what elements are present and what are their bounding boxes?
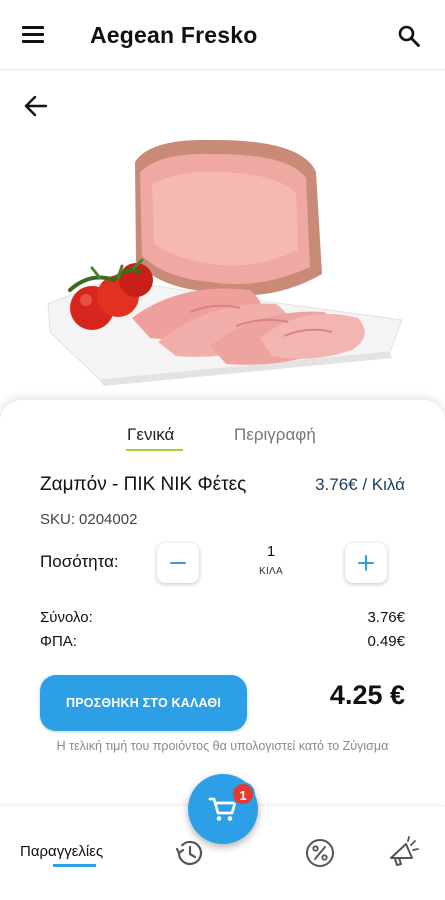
tab-description[interactable]: Περιγραφή [234,425,316,445]
product-name: Ζαμπόν - ΠΙΚ ΝΙΚ Φέτες [40,474,247,495]
vat-value: 0.49€ [367,633,405,650]
megaphone-icon[interactable] [386,836,420,870]
vat-label: ΦΠΑ: [40,633,77,650]
weighing-price-note: Η τελική τιμή του προιόντος θα υπολογιστ… [56,739,389,753]
nav-orders[interactable]: Παραγγελίες [20,843,103,860]
search-icon[interactable] [397,24,421,48]
total-label: Σύνολο: [40,609,93,626]
product-sku: SKU: 0204002 [40,511,137,528]
decrease-quantity-button[interactable] [157,543,199,583]
cart-count-badge: 1 [231,782,255,806]
quantity-value: 1 [266,543,276,560]
tab-general[interactable]: Γενικά [127,425,174,445]
increase-quantity-button[interactable] [345,543,387,583]
add-to-cart-button[interactable]: ΠΡΟΣΘΗΚΗ ΣΤΟ ΚΑΛΑΘΙ [40,675,247,731]
product-price: 3.76€ / Κιλά [315,475,405,494]
quantity-unit: ΚΙΛΑ [259,566,283,577]
product-image [47,139,403,386]
app-title: Aegean Fresko [90,22,258,48]
sku-label: SKU: [40,511,76,528]
quantity-label: Ποσότητα: [40,552,119,571]
minus-icon [170,562,186,565]
total-value: 3.76€ [367,609,405,626]
grand-total: 4.25 € [329,680,405,710]
nav-active-indicator [53,864,96,867]
sku-value: 0204002 [79,511,138,528]
active-tab-indicator [126,449,183,451]
app-bar: Aegean Fresko [0,0,445,70]
history-icon[interactable] [172,836,206,870]
arrow-left-icon[interactable] [22,92,50,120]
hamburger-menu-icon[interactable] [22,26,48,46]
percent-offer-icon[interactable] [303,836,337,870]
